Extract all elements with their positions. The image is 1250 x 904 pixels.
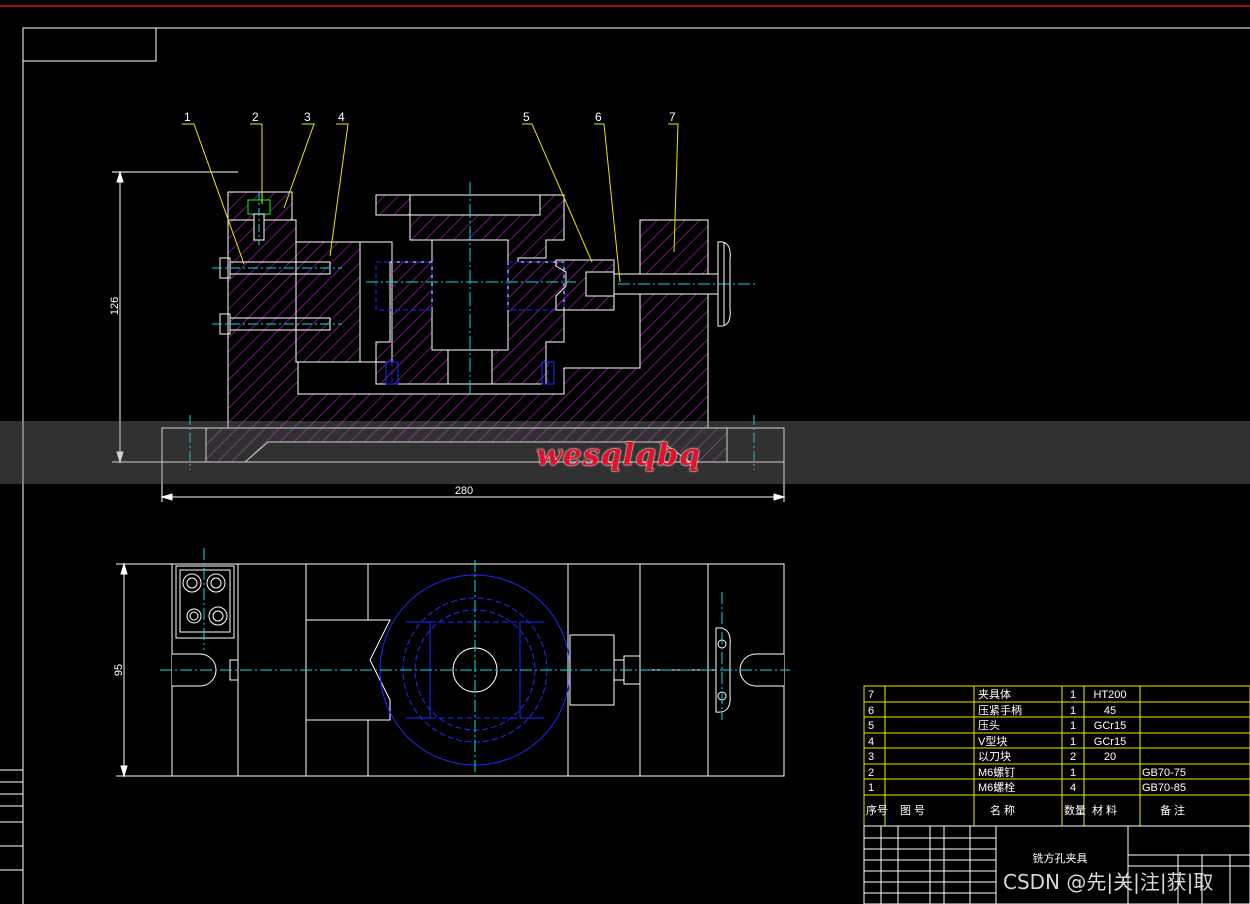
bom-row-no: 6: [868, 705, 874, 717]
bom-row-name: 压头: [978, 719, 1000, 732]
balloon-7: 7: [669, 110, 676, 124]
bom-row-material: GCr15: [1094, 720, 1126, 732]
bom-row-no: 5: [868, 720, 874, 732]
bom-header-material: 材 料: [1092, 803, 1117, 817]
balloon-3: 3: [304, 110, 311, 124]
bom-row-no: 2: [868, 767, 874, 779]
front-view: 126 280 1 2 3 4 5 6 7: [109, 110, 786, 502]
bom-header-qty: 数量: [1064, 804, 1086, 817]
bom-row-material: GCr15: [1094, 736, 1126, 748]
bom-row-no: 7: [868, 689, 874, 701]
bom-row-material: HT200: [1093, 689, 1126, 701]
bom-row-qty: 1: [1070, 689, 1076, 701]
bom-row-qty: 1: [1070, 705, 1076, 717]
bom-header-note: 备 注: [1160, 803, 1185, 817]
dimension-126-label: 126: [109, 297, 121, 315]
v-block: [295, 241, 361, 363]
base-groove: [243, 441, 692, 463]
bom-row-no: 3: [868, 751, 874, 763]
bom-row-note: GB70-85: [1142, 782, 1186, 794]
bom-row-qty: 2: [1070, 751, 1076, 763]
balloon-4: 4: [338, 110, 345, 124]
balloon-5: 5: [523, 110, 530, 124]
bom-row-no: 4: [868, 736, 874, 748]
bom-row-qty: 1: [1070, 736, 1076, 748]
balloon-1: 1: [184, 110, 191, 124]
part-title: 铣方孔夹具: [1033, 851, 1088, 865]
bom-header-name: 名 称: [990, 803, 1015, 817]
cad-drawing-canvas: 126 280 1 2 3 4 5 6 7 95 7 夹具体 1 HT2006 …: [0, 5, 1250, 904]
dimension-280-label: 280: [455, 485, 473, 497]
bom-row-name: M6螺钉: [978, 766, 1015, 779]
bom-row-name: 夹具体: [978, 687, 1011, 701]
dimension-height-front: [112, 170, 238, 464]
bom-row-qty: 1: [1070, 767, 1076, 779]
title-block: [863, 825, 1250, 904]
balloon-2: 2: [252, 110, 259, 124]
bom-header-drawing-no: 图 号: [900, 804, 925, 817]
balloon-6: 6: [595, 110, 602, 124]
bom-row-material: 45: [1104, 705, 1116, 717]
bom-row-name: 以刀块: [978, 750, 1011, 763]
bom-row-name: 压紧手柄: [978, 703, 1022, 717]
bom-row-qty: 4: [1070, 782, 1076, 794]
bom-row-no: 1: [868, 782, 874, 794]
bom-row-name: M6螺栓: [978, 780, 1015, 794]
bom-row-material: 20: [1104, 751, 1116, 763]
bom-row-name: V型块: [978, 734, 1007, 748]
bom-row-qty: 1: [1070, 720, 1076, 732]
bom-header-no: 序号: [866, 803, 888, 817]
bom-row-note: GB70-75: [1142, 767, 1186, 779]
dimension-95-label: 95: [113, 664, 125, 676]
